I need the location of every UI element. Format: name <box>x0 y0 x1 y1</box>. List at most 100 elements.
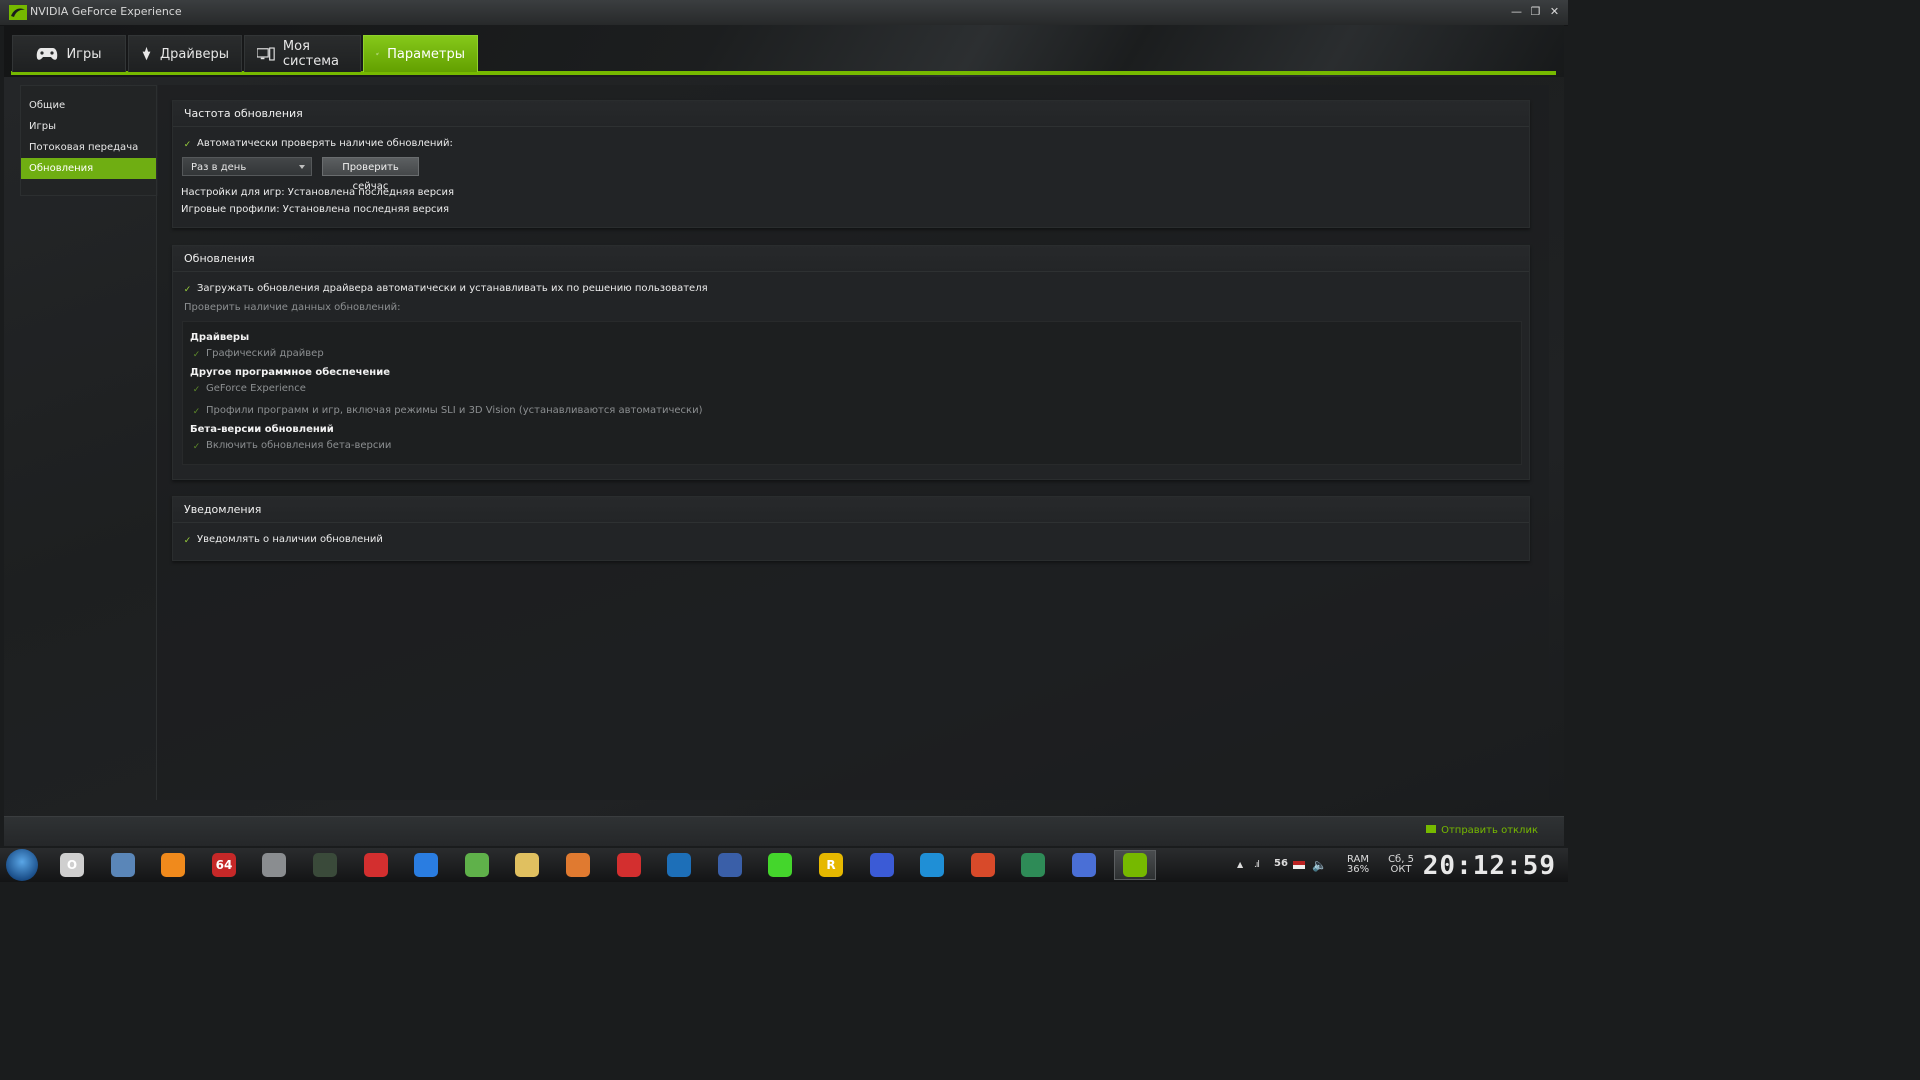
tab-settings[interactable]: Параметры <box>363 35 478 72</box>
window-controls: — ❐ ✕ <box>1509 4 1562 19</box>
lightning-app-icon <box>414 853 438 877</box>
taskbar-app-button[interactable] <box>456 850 498 880</box>
utorrent-icon <box>465 853 489 877</box>
checkmark-icon: ✓ <box>183 536 192 546</box>
ccleaner-icon <box>920 853 944 877</box>
taskbar-app-button[interactable] <box>557 850 599 880</box>
speech-bubble-icon <box>1426 825 1437 833</box>
steam-icon <box>262 853 286 877</box>
checkmark-icon: ✓ <box>183 285 192 295</box>
ram-value: 36% <box>1346 864 1370 875</box>
tab-my-system[interactable]: Моя система <box>244 35 361 72</box>
tab-label: Моя система <box>282 39 339 69</box>
paint-icon <box>1072 853 1096 877</box>
auto-check-label: Автоматически проверять наличие обновлен… <box>197 138 453 149</box>
window-title: NVIDIA GeForce Experience <box>30 5 182 18</box>
origin-icon <box>870 853 894 877</box>
date-month: ОКТ <box>1390 864 1412 875</box>
tab-label: Драйверы <box>160 46 229 62</box>
taskbar-app-button[interactable] <box>658 850 700 880</box>
file-explorer-icon <box>515 853 539 877</box>
notify-checkbox[interactable]: ✓ Уведомлять о наличии обновлений <box>183 534 383 546</box>
notifications-panel: Уведомления <box>172 496 1530 561</box>
other-software-heading: Другое программное обеспечение <box>190 367 390 378</box>
taskbar-app-button[interactable] <box>152 850 194 880</box>
feedback-label: Отправить отклик <box>1441 825 1538 836</box>
geforce-experience-checkbox: ✓ GeForce Experience <box>192 383 306 395</box>
minimize-icon[interactable]: — <box>1509 4 1524 19</box>
tab-drivers[interactable]: Драйверы <box>128 35 242 72</box>
radeon-icon <box>1021 853 1045 877</box>
check-now-button[interactable]: Проверить сейчас <box>322 157 419 192</box>
taskbar-app-button[interactable] <box>759 850 801 880</box>
taskbar-app-button[interactable] <box>253 850 295 880</box>
windows-start-button[interactable] <box>6 849 38 881</box>
record-icon <box>364 853 388 877</box>
tray-expand-icon[interactable]: ▲ <box>1237 860 1243 869</box>
taskbar-app-button[interactable] <box>1012 850 1054 880</box>
taskbar-app-button[interactable] <box>102 850 144 880</box>
beta-checkbox: ✓ Включить обновления бета-версии <box>192 440 392 452</box>
sidebar-item-games[interactable]: Игры <box>21 116 157 137</box>
monitor-app-icon <box>111 853 135 877</box>
auto-download-checkbox[interactable]: ✓ Загружать обновления драйвера автоматич… <box>183 283 708 295</box>
taskbar-app-button[interactable] <box>355 850 397 880</box>
taskbar-app-button[interactable] <box>911 850 953 880</box>
profiles-label: Профили программ и игр, включая режимы S… <box>206 405 703 416</box>
taskbar-app-button[interactable] <box>962 850 1004 880</box>
sidebar-item-streaming[interactable]: Потоковая передача <box>21 137 157 158</box>
gear-icon <box>376 52 380 56</box>
tray-icons: ▲ .ıl 56 <box>1234 848 1294 882</box>
checkmark-icon: ✓ <box>192 442 201 452</box>
graphics-driver-label: Графический драйвер <box>206 348 324 359</box>
graphics-driver-checkbox: ✓ Графический драйвер <box>192 348 324 360</box>
close-icon[interactable]: ✕ <box>1547 4 1562 19</box>
taskbar-app-button[interactable]: 64 <box>203 850 245 880</box>
signal-icon[interactable]: .ıl <box>1254 860 1260 870</box>
cpuz-icon <box>971 853 995 877</box>
sidebar-item-general[interactable]: Общие <box>21 95 157 116</box>
taskbar-app-button[interactable] <box>405 850 447 880</box>
frequency-select[interactable]: Раз в день <box>182 157 312 176</box>
taskbar-app-button[interactable] <box>1063 850 1105 880</box>
restore-icon[interactable]: ❐ <box>1528 4 1543 19</box>
sidebar-item-updates[interactable]: Обновления <box>21 158 157 179</box>
beta-heading: Бета-версии обновлений <box>190 424 334 435</box>
geforce-experience-label: GeForce Experience <box>206 383 306 394</box>
send-feedback-link[interactable]: Отправить отклик <box>1426 825 1538 836</box>
tab-games[interactable]: Игры <box>12 35 126 72</box>
video-player-icon <box>667 853 691 877</box>
taskbar-app-button[interactable] <box>709 850 751 880</box>
checkmark-icon: ✓ <box>192 385 201 395</box>
main-tabs: Игры Драйверы Моя система Параметры <box>12 35 478 72</box>
flag-us-icon[interactable] <box>1293 861 1305 869</box>
panel-title: Обновления <box>173 246 1529 272</box>
gamepad-icon <box>37 48 58 60</box>
beta-label: Включить обновления бета-версии <box>206 440 392 451</box>
taskbar-app-button[interactable]: R <box>810 850 852 880</box>
panel-title: Частота обновления <box>173 101 1529 127</box>
date-indicator[interactable]: Сб, 5 ОКТ <box>1384 848 1418 889</box>
ram-indicator: RAM 36% <box>1342 848 1374 889</box>
auto-download-label: Загружать обновления драйвера автоматиче… <box>197 283 708 294</box>
checkmark-icon: ✓ <box>192 350 201 360</box>
profiles-checkbox: ✓ Профили программ и игр, включая режимы … <box>192 405 703 417</box>
auto-check-checkbox[interactable]: ✓ Автоматически проверять наличие обновле… <box>183 138 453 150</box>
status-bar: Отправить отклик <box>4 816 1564 846</box>
taskbar-app-button[interactable] <box>861 850 903 880</box>
taskbar-app-button[interactable] <box>506 850 548 880</box>
computer-icon <box>257 47 275 61</box>
checkmark-icon: ✓ <box>183 140 192 150</box>
volume-icon[interactable]: 🔈 <box>1312 858 1327 872</box>
game-profiles-status: Игровые профили: Установлена последняя в… <box>181 204 450 215</box>
clock[interactable]: 20:12:59 <box>1423 851 1556 881</box>
razer-cortex-icon <box>768 853 792 877</box>
taskbar-app-button[interactable] <box>608 850 650 880</box>
taskbar-app-button[interactable] <box>304 850 346 880</box>
frequency-value: Раз в день <box>191 162 247 173</box>
taskbar-app-button[interactable]: O <box>51 850 93 880</box>
globe-app-icon <box>718 853 742 877</box>
taskbar-app-button[interactable] <box>1114 850 1156 880</box>
checkmark-icon: ✓ <box>192 407 201 417</box>
media-player-classic-icon <box>566 853 590 877</box>
